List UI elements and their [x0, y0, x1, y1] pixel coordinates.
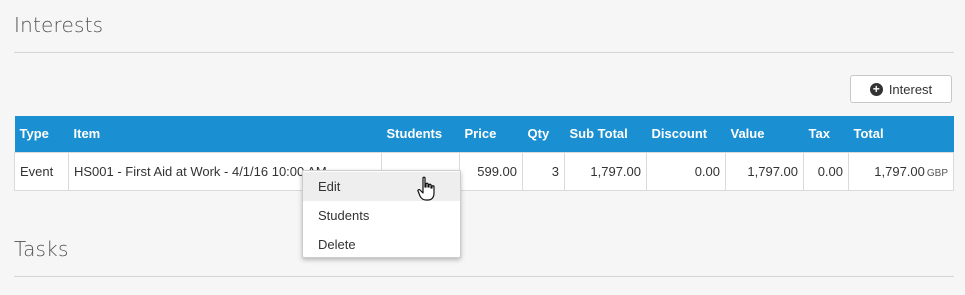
tasks-title: Tasks — [14, 237, 69, 261]
cell-type: Event — [14, 151, 69, 191]
divider — [14, 276, 954, 277]
col-total[interactable]: Total — [848, 116, 954, 152]
interests-table: Type Item Students Price Qty Sub Total D… — [14, 116, 954, 191]
interests-title: Interests — [14, 13, 104, 37]
col-discount[interactable]: Discount — [646, 116, 726, 152]
col-students[interactable]: Students — [381, 116, 460, 152]
add-interest-label: Interest — [888, 81, 933, 97]
col-price[interactable]: Price — [459, 116, 523, 152]
divider — [14, 52, 954, 53]
cell-discount: 0.00 — [646, 151, 726, 191]
add-interest-button[interactable]: + Interest — [850, 75, 952, 103]
currency-label: GBP — [926, 167, 948, 179]
col-qty[interactable]: Qty — [522, 116, 565, 152]
cell-qty: 3 — [522, 151, 565, 191]
total-amount: 1,797.00 — [874, 163, 925, 179]
menu-item-students[interactable]: Students — [303, 201, 460, 230]
cell-total: 1,797.00 GBP — [848, 151, 954, 191]
col-value[interactable]: Value — [725, 116, 804, 152]
cell-tax: 0.00 — [803, 151, 849, 191]
col-item[interactable]: Item — [68, 116, 382, 152]
plus-circle-icon: + — [869, 82, 883, 96]
cell-price: 599.00 — [459, 151, 523, 191]
table-row[interactable]: Event HS001 - First Aid at Work - 4/1/16… — [14, 151, 954, 191]
col-type[interactable]: Type — [14, 116, 69, 152]
hand-pointer-icon — [417, 176, 435, 201]
col-subtotal[interactable]: Sub Total — [564, 116, 647, 152]
table-header-row: Type Item Students Price Qty Sub Total D… — [14, 116, 954, 152]
cell-value: 1,797.00 — [725, 151, 804, 191]
col-tax[interactable]: Tax — [803, 116, 849, 152]
cell-subtotal: 1,797.00 — [564, 151, 647, 191]
menu-item-delete[interactable]: Delete — [303, 230, 460, 259]
